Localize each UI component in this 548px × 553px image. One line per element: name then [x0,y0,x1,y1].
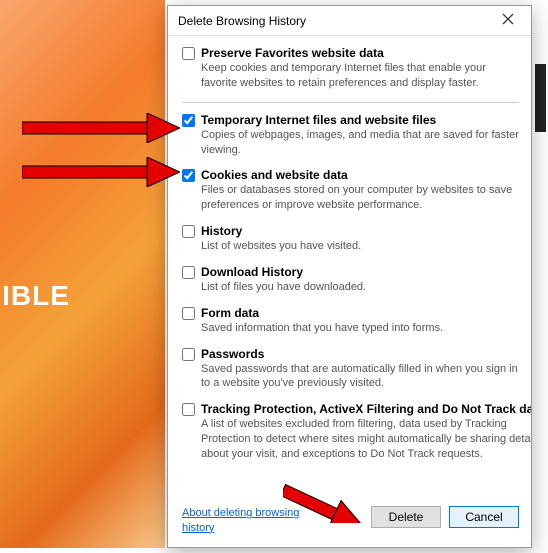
dialog-content: Preserve Favorites website data Keep coo… [168,36,531,498]
option-label: History [201,224,519,238]
option-download-history: Download History List of files you have … [182,265,519,295]
option-desc: Saved information that you have typed in… [201,321,519,336]
option-preserve-favorites: Preserve Favorites website data Keep coo… [182,46,519,91]
titlebar: Delete Browsing History [168,6,531,36]
background-image: REDIBLE [0,0,165,548]
option-temp-files: Temporary Internet files and website fil… [182,113,519,158]
option-desc: Saved passwords that are automatically f… [201,362,519,392]
option-history: History List of websites you have visite… [182,224,519,254]
option-desc: List of websites you have visited. [201,239,519,254]
option-label: Temporary Internet files and website fil… [201,113,519,127]
option-label: Preserve Favorites website data [201,46,519,60]
checkbox-tracking-protection[interactable] [182,403,195,416]
delete-button[interactable]: Delete [371,506,441,528]
cancel-button[interactable]: Cancel [449,506,519,528]
option-label: Download History [201,265,519,279]
checkbox-form-data[interactable] [182,307,195,320]
right-cropped-text [533,0,548,553]
option-form-data: Form data Saved information that you hav… [182,306,519,336]
option-desc: Keep cookies and temporary Internet file… [201,61,519,91]
option-label: Cookies and website data [201,168,519,182]
option-label: Passwords [201,347,519,361]
background-text: REDIBLE [0,280,70,312]
checkbox-passwords[interactable] [182,348,195,361]
option-desc: Copies of webpages, images, and media th… [201,128,519,158]
option-tracking-protection: Tracking Protection, ActiveX Filtering a… [182,402,519,462]
dialog-footer: About deleting browsing history Delete C… [168,498,531,547]
checkbox-download-history[interactable] [182,266,195,279]
delete-browsing-history-dialog: Delete Browsing History Preserve Favorit… [167,5,532,548]
option-passwords: Passwords Saved passwords that are autom… [182,347,519,392]
checkbox-history[interactable] [182,225,195,238]
option-desc: A list of websites excluded from filteri… [201,417,531,462]
option-label: Form data [201,306,519,320]
checkbox-preserve-favorites[interactable] [182,47,195,60]
checkbox-cookies[interactable] [182,169,195,182]
close-icon[interactable] [493,12,523,29]
option-label: Tracking Protection, ActiveX Filtering a… [201,402,531,416]
about-link[interactable]: About deleting browsing history [182,506,312,535]
divider [182,102,519,103]
option-desc: Files or databases stored on your comput… [201,183,519,213]
option-cookies: Cookies and website data Files or databa… [182,168,519,213]
dialog-title: Delete Browsing History [178,14,306,28]
option-desc: List of files you have downloaded. [201,280,519,295]
checkbox-temp-files[interactable] [182,114,195,127]
